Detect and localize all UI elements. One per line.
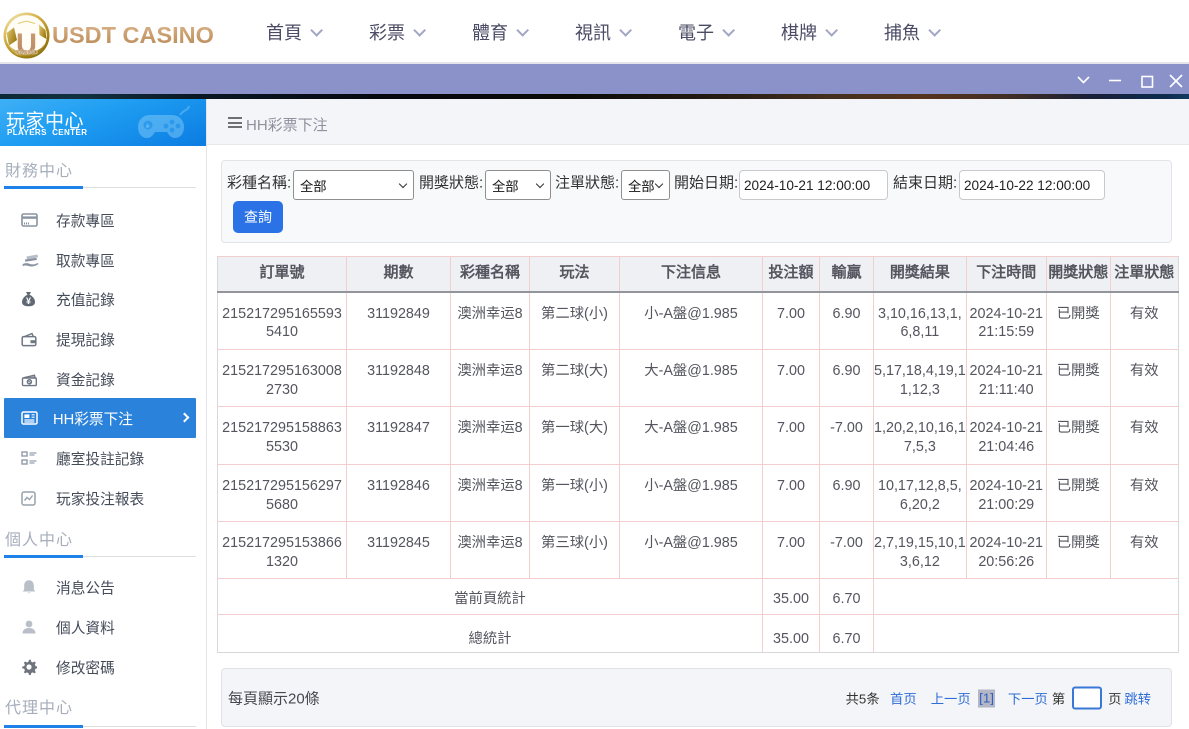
svg-text:CASINO: CASINO	[15, 50, 38, 56]
svg-text:¥: ¥	[26, 296, 31, 306]
